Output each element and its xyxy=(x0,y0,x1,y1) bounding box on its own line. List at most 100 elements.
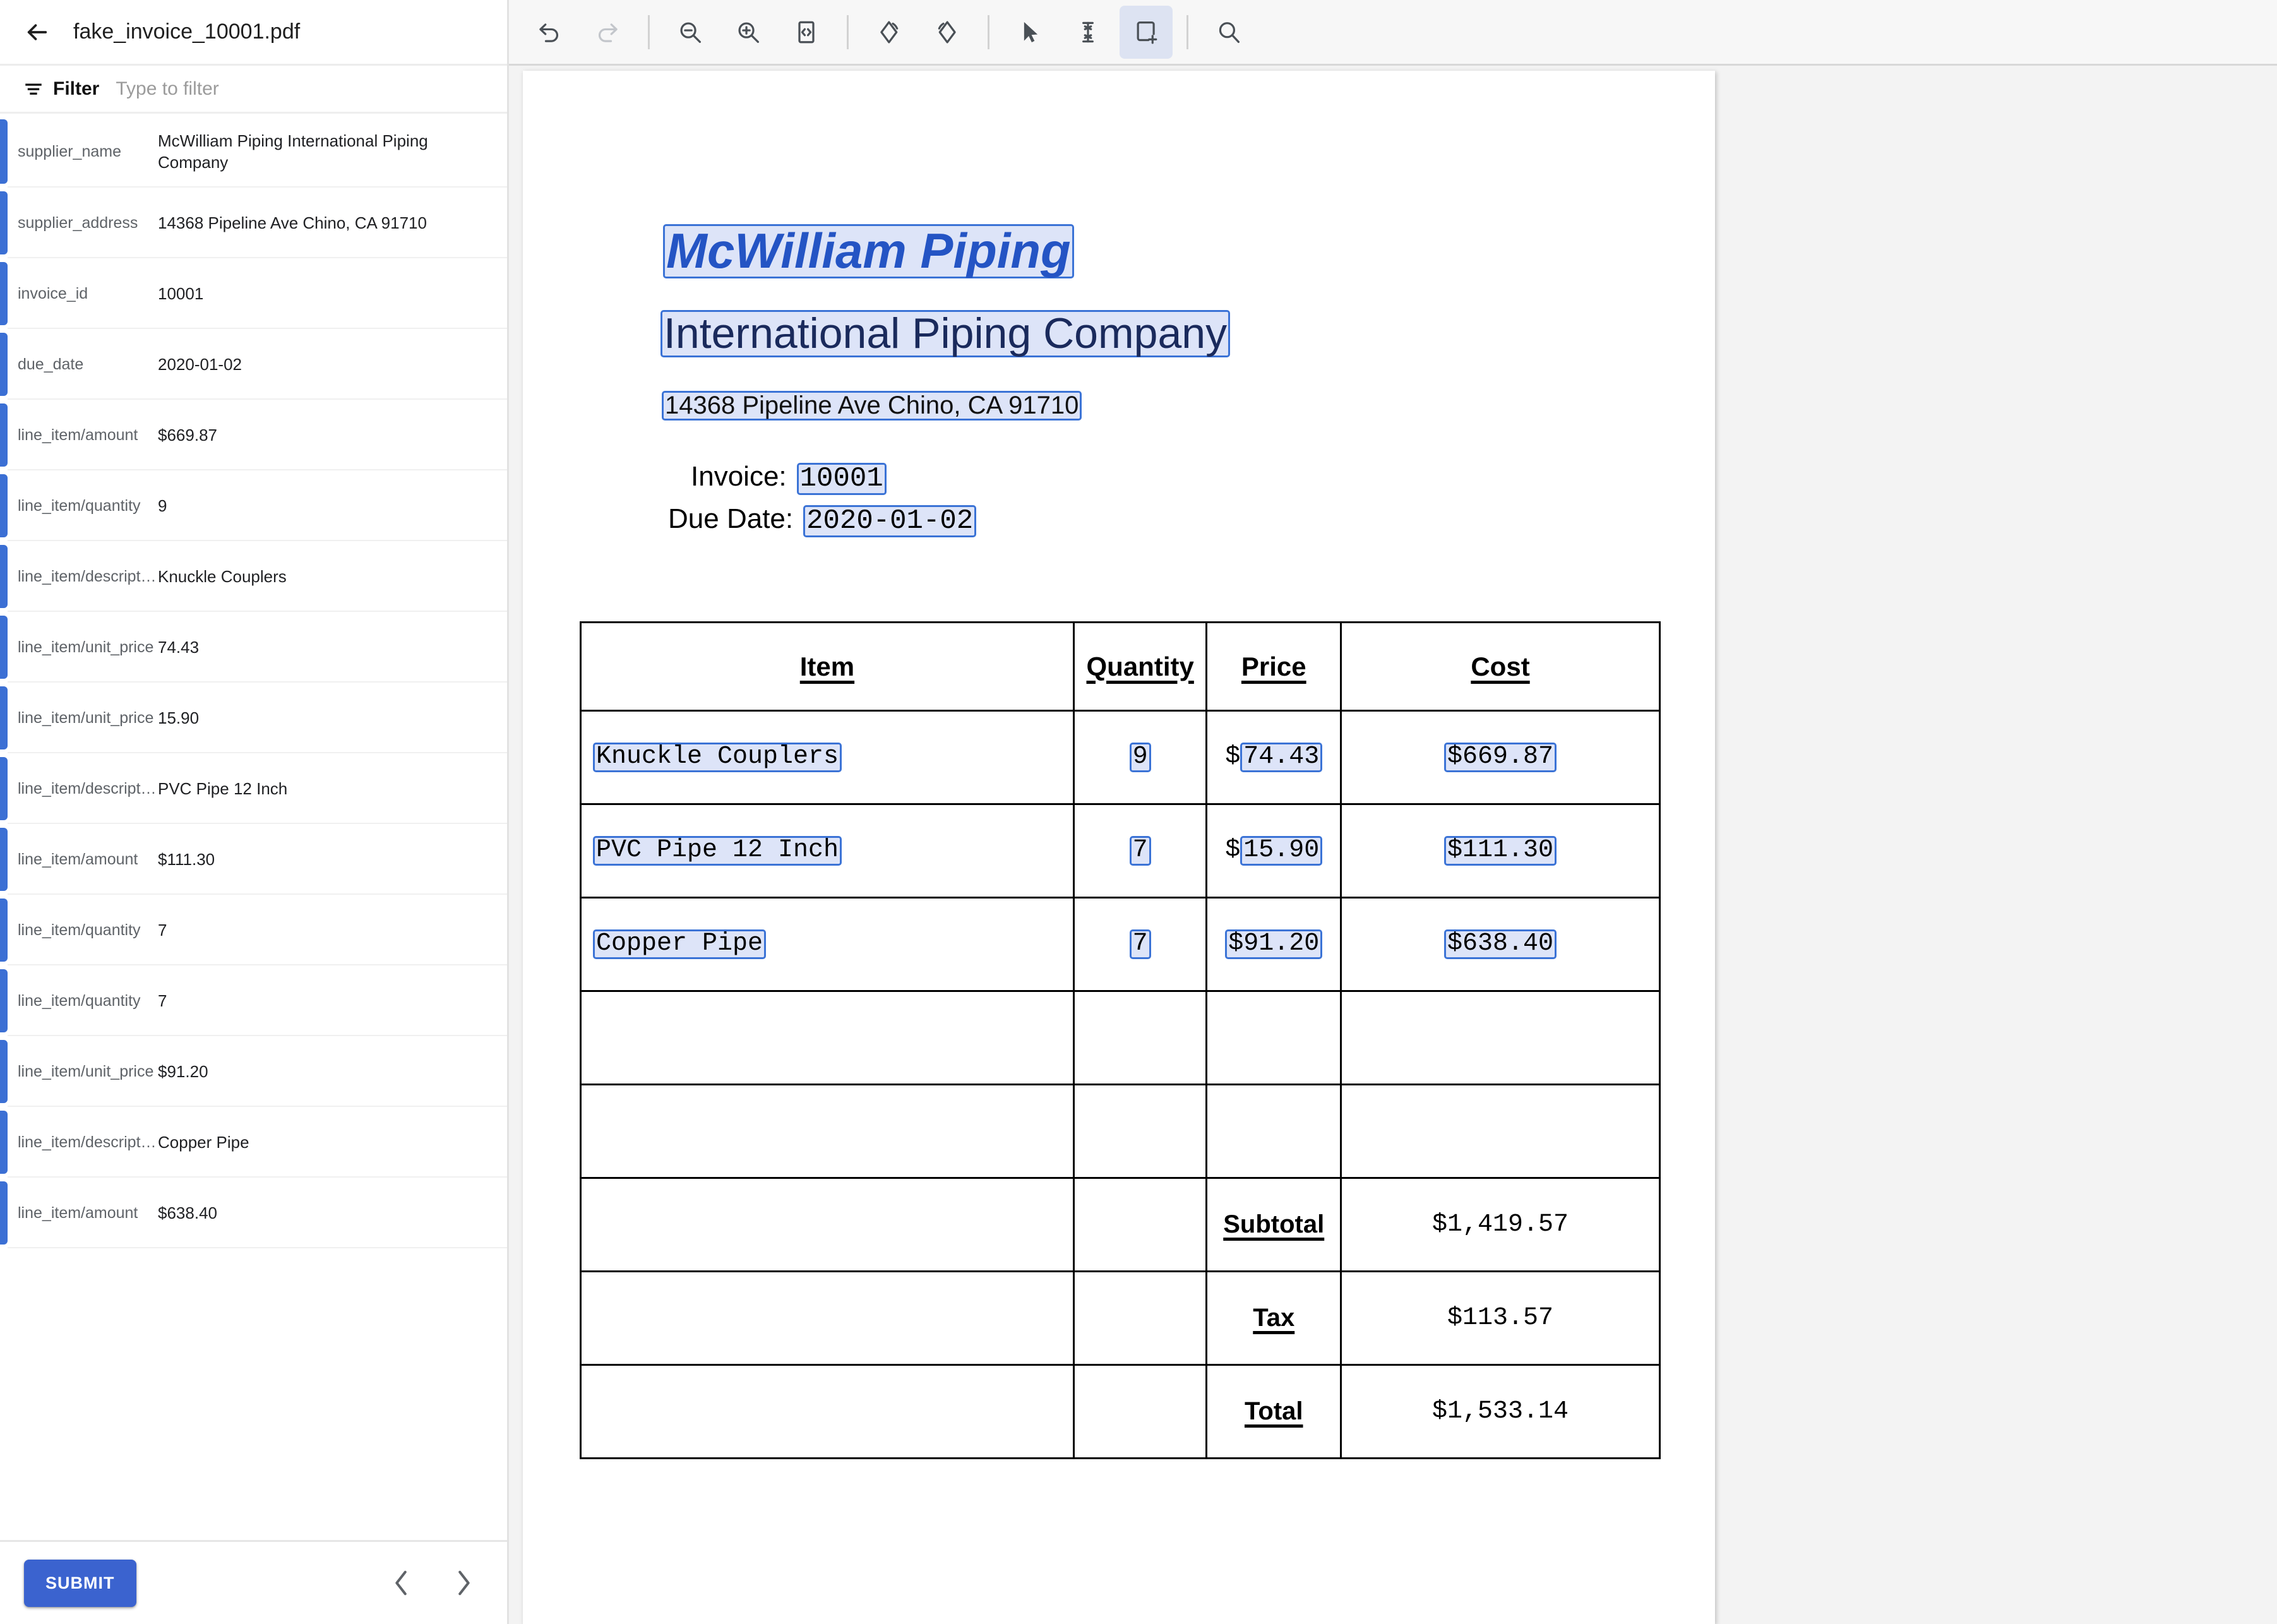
field-value: $111.30 xyxy=(158,849,234,870)
rotate-left-button[interactable] xyxy=(863,6,916,59)
cell-empty xyxy=(1073,1178,1207,1272)
toolbar-buttons xyxy=(520,6,1258,59)
field-key: line_item/amount xyxy=(18,1204,158,1222)
field-key: line_item/descripti… xyxy=(18,780,158,798)
fit-page-icon xyxy=(792,18,820,46)
field-row[interactable]: line_item/descripti…PVC Pipe 12 Inch xyxy=(0,753,507,824)
field-value: $638.40 xyxy=(158,1202,236,1224)
zoom-out-button[interactable] xyxy=(664,6,717,59)
extraction-sidebar: fake_invoice_10001.pdf Filter supplier_n… xyxy=(0,0,509,1624)
text-cursor-icon xyxy=(1074,18,1102,46)
table-row-empty xyxy=(581,991,1660,1085)
field-value: 7 xyxy=(158,919,186,941)
field-row[interactable]: line_item/descripti…Copper Pipe xyxy=(0,1107,507,1178)
invoice-label: Invoice: xyxy=(691,461,787,493)
filter-icon[interactable] xyxy=(23,78,44,100)
total-value: $1,533.14 xyxy=(1432,1397,1569,1426)
table-row: PVC Pipe 12 Inch 7 $15.90 $111.30 xyxy=(581,804,1660,898)
table-totals-row: Total$1,533.14 xyxy=(581,1365,1660,1459)
company-address-annotation[interactable]: 14368 Pipeline Ave Chino, CA 91710 xyxy=(662,391,1082,421)
viewer-toolbar xyxy=(509,0,2277,66)
cell-cost: $111.30 xyxy=(1341,804,1660,898)
filter-input[interactable] xyxy=(116,78,381,100)
line-item-unit-price[interactable]: 74.43 xyxy=(1240,743,1322,772)
field-row[interactable]: line_item/amount$669.87 xyxy=(0,400,507,470)
column-header-price: Price xyxy=(1207,623,1341,711)
fit-page-button[interactable] xyxy=(780,6,833,59)
chevron-left-icon[interactable] xyxy=(386,1567,417,1599)
field-row[interactable]: line_item/descripti…Knuckle Couplers xyxy=(0,541,507,612)
line-item-amount[interactable]: $638.40 xyxy=(1444,929,1557,959)
field-row[interactable]: line_item/unit_price74.43 xyxy=(0,612,507,683)
line-item-amount[interactable]: $111.30 xyxy=(1444,836,1557,866)
chevron-right-icon[interactable] xyxy=(448,1567,479,1599)
pdf-page-content: McWilliam Piping International Piping Co… xyxy=(523,71,1715,1624)
cursor-arrow-icon xyxy=(1016,18,1044,46)
cell-total-value: $1,419.57 xyxy=(1341,1178,1660,1272)
field-row[interactable]: supplier_address14368 Pipeline Ave Chino… xyxy=(0,188,507,258)
search-button[interactable] xyxy=(1202,6,1255,59)
field-value: 15.90 xyxy=(158,707,218,729)
undo-button[interactable] xyxy=(523,6,576,59)
toolbar-separator xyxy=(1186,15,1188,49)
field-row[interactable]: line_item/quantity9 xyxy=(0,470,507,541)
company-subtitle: International Piping Company xyxy=(660,310,1230,357)
company-title-annotation[interactable]: McWilliam Piping xyxy=(663,222,1074,280)
cell-empty xyxy=(1073,991,1207,1085)
toolbar-separator xyxy=(847,15,849,49)
due-date-value[interactable]: 2020-01-02 xyxy=(803,505,976,537)
cell-empty xyxy=(581,1365,1074,1459)
table-body: Knuckle Couplers 9 $74.43 $669.87 PVC Pipe 1… xyxy=(581,711,1660,1459)
line-item-amount[interactable]: $669.87 xyxy=(1444,743,1557,772)
table-header-row: Item Quantity Price Cost xyxy=(581,623,1660,711)
field-row[interactable]: line_item/amount$638.40 xyxy=(0,1178,507,1248)
cell-empty xyxy=(581,1178,1074,1272)
field-row[interactable]: supplier_nameMcWilliam Piping Internatio… xyxy=(0,116,507,188)
line-item-quantity[interactable]: 7 xyxy=(1130,929,1151,959)
invoice-value[interactable]: 10001 xyxy=(797,463,887,495)
arrow-left-icon[interactable] xyxy=(19,14,56,51)
field-row[interactable]: line_item/amount$111.30 xyxy=(0,824,507,895)
field-value: 9 xyxy=(158,495,186,516)
line-item-description[interactable]: Knuckle Couplers xyxy=(593,743,842,772)
due-date-line: Due Date: 2020-01-02 xyxy=(668,503,976,537)
line-item-quantity[interactable]: 9 xyxy=(1130,743,1151,772)
submit-button[interactable]: SUBMIT xyxy=(24,1560,136,1607)
price-currency-symbol: $ xyxy=(1225,743,1240,771)
total-value: $113.57 xyxy=(1447,1304,1553,1332)
cell-quantity: 7 xyxy=(1073,898,1207,991)
cell-price: $15.90 xyxy=(1207,804,1341,898)
field-value: 10001 xyxy=(158,283,222,304)
search-icon xyxy=(1215,18,1243,46)
field-row[interactable]: invoice_id10001 xyxy=(0,258,507,329)
cell-empty xyxy=(581,991,1074,1085)
extracted-fields-list[interactable]: supplier_nameMcWilliam Piping Internatio… xyxy=(0,116,507,1540)
line-item-unit-price[interactable]: 15.90 xyxy=(1240,836,1322,866)
pointer-tool-button[interactable] xyxy=(1003,6,1056,59)
field-row[interactable]: line_item/quantity7 xyxy=(0,965,507,1036)
redo-button[interactable] xyxy=(581,6,634,59)
field-value: Knuckle Couplers xyxy=(158,566,306,587)
company-subtitle-annotation[interactable]: International Piping Company xyxy=(660,309,1230,358)
line-item-unit-price[interactable]: $91.20 xyxy=(1225,929,1322,959)
field-row[interactable]: due_date2020-01-02 xyxy=(0,329,507,400)
field-key: supplier_address xyxy=(18,214,158,232)
line-item-description[interactable]: Copper Pipe xyxy=(593,929,766,959)
line-item-description[interactable]: PVC Pipe 12 Inch xyxy=(593,836,842,866)
text-select-tool-button[interactable] xyxy=(1061,6,1115,59)
field-row[interactable]: line_item/quantity7 xyxy=(0,895,507,965)
zoom-in-button[interactable] xyxy=(722,6,775,59)
price-currency-symbol: $ xyxy=(1225,836,1240,864)
toolbar-separator xyxy=(988,15,989,49)
field-row[interactable]: line_item/unit_price$91.20 xyxy=(0,1036,507,1107)
rotate-right-icon xyxy=(933,18,961,46)
field-value: $91.20 xyxy=(158,1061,227,1082)
add-region-tool-button[interactable] xyxy=(1120,6,1173,59)
cell-total-label: Tax xyxy=(1207,1272,1341,1365)
cell-empty xyxy=(1341,991,1660,1085)
rotate-right-button[interactable] xyxy=(921,6,974,59)
field-row[interactable]: line_item/unit_price15.90 xyxy=(0,683,507,753)
line-item-quantity[interactable]: 7 xyxy=(1130,836,1151,866)
pdf-page[interactable]: McWilliam Piping International Piping Co… xyxy=(523,71,1715,1624)
field-key: line_item/quantity xyxy=(18,921,158,940)
